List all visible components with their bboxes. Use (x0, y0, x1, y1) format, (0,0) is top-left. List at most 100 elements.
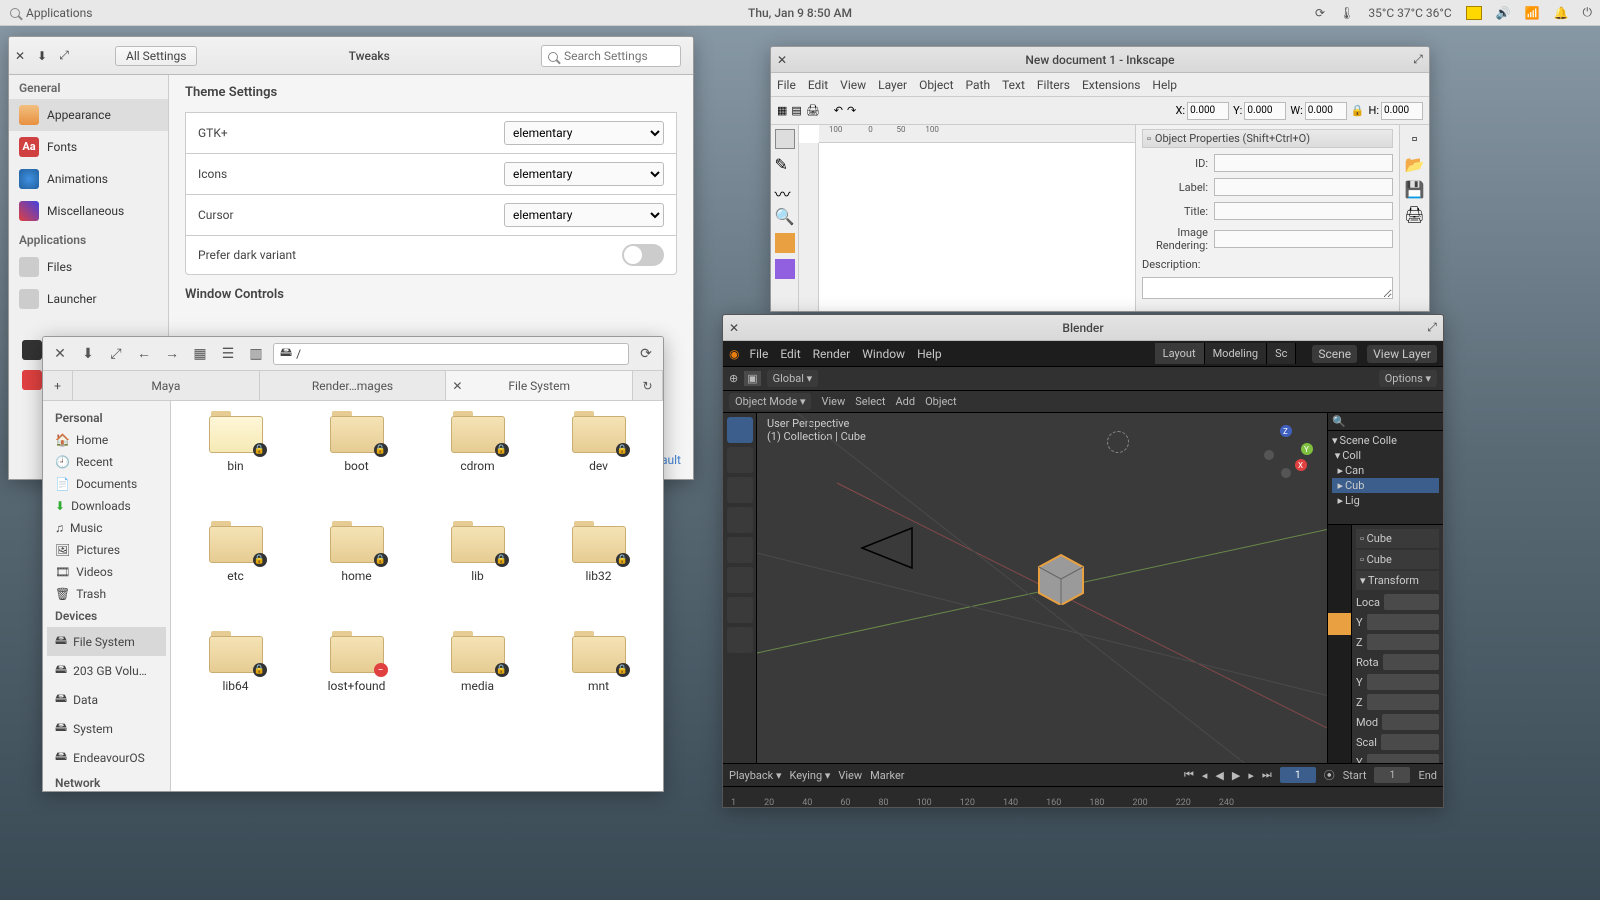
3d-viewport[interactable]: User Perspective (1) Collection | Cube Z… (757, 413, 1327, 763)
jump-end-icon[interactable]: ⏭ (1262, 768, 1272, 782)
inkscape-canvas[interactable] (819, 143, 1135, 311)
ptab-render[interactable] (1328, 525, 1351, 547)
notes-icon[interactable] (1466, 6, 1482, 20)
outliner[interactable]: ▾ Scene Colle ▾ Coll ▸ Can ▸ Cub ▸ Lig (1328, 431, 1443, 525)
print-icon[interactable]: 🖨 (1404, 205, 1424, 224)
playback-menu[interactable]: Playback ▾ (729, 769, 781, 782)
light-object[interactable] (1107, 431, 1129, 453)
select-box-icon[interactable]: ▣ (744, 371, 760, 386)
network-icon[interactable]: 📶 (1525, 6, 1540, 20)
keying-menu[interactable]: Keying ▾ (789, 769, 830, 782)
close-icon[interactable]: ✕ (723, 321, 745, 335)
folder-item[interactable]: 🔒etc (175, 521, 296, 631)
sidebar-music[interactable]: ♫Music (47, 517, 166, 539)
ptab-world[interactable] (1328, 591, 1351, 613)
mode-select[interactable]: Object Mode ▾ (729, 393, 811, 410)
folder-item[interactable]: 🔒boot (296, 411, 417, 521)
default-button[interactable]: ault (661, 453, 681, 467)
id-field[interactable] (1214, 154, 1393, 172)
rot-y[interactable] (1367, 674, 1439, 690)
folder-item[interactable]: 🔒lib (417, 521, 538, 631)
sidebar-item-fonts[interactable]: AaFonts (9, 131, 168, 163)
sidebar-endeavouros[interactable]: 🖴EndeavourOS (47, 743, 166, 772)
thermometer-icon[interactable]: 🌡 (1339, 6, 1354, 20)
cursor-tool[interactable] (727, 447, 753, 473)
sidebar-data[interactable]: 🖴Data (47, 685, 166, 714)
new-tab-button[interactable]: + (43, 371, 73, 400)
folder-item[interactable]: 🔒mnt (538, 631, 659, 741)
play-reverse-icon[interactable]: ◀ (1215, 769, 1223, 782)
sidebar-system[interactable]: 🖴System (47, 714, 166, 743)
menu-text[interactable]: Text (1002, 78, 1025, 92)
folder-item[interactable]: 🔒media (417, 631, 538, 741)
folder-item[interactable]: 🔒lib32 (538, 521, 659, 631)
ptab-material[interactable] (1328, 679, 1351, 701)
menu-file[interactable]: File (749, 347, 768, 361)
sidebar-filesystem[interactable]: 🖴File System (47, 627, 166, 656)
section-transform[interactable]: ▾ Transform (1356, 571, 1439, 590)
menu-view[interactable]: View (821, 395, 845, 408)
sidebar-videos[interactable]: 🎞Videos (47, 561, 166, 583)
back-button[interactable]: All Settings (115, 46, 197, 66)
move-tool[interactable] (727, 477, 753, 503)
orientation-select[interactable]: Global ▾ (767, 370, 819, 387)
new-icon[interactable]: ▫ (1412, 129, 1418, 149)
tab-maya[interactable]: Maya (73, 371, 260, 400)
folder-item[interactable]: 🔒home (296, 521, 417, 631)
media-icon[interactable] (22, 370, 42, 390)
datetime[interactable]: Thu, Jan 9 8:50 AM (748, 6, 852, 20)
outliner-camera[interactable]: ▸ Can (1332, 463, 1439, 478)
rot-x[interactable] (1383, 654, 1439, 670)
back-icon[interactable]: ← (133, 343, 155, 365)
list-view-icon[interactable]: ☰ (217, 343, 239, 365)
timeline-ruler[interactable]: 120406080100120140160180200220240 (723, 786, 1443, 808)
dark-variant-toggle[interactable] (622, 244, 664, 266)
cursor-select[interactable]: elementary (504, 203, 664, 227)
h-field[interactable] (1381, 102, 1423, 120)
ptab-modifier[interactable] (1328, 635, 1351, 657)
rotate-tool[interactable] (727, 507, 753, 533)
sidebar-trash[interactable]: 🗑Trash (47, 583, 166, 605)
maximize-icon[interactable]: ⤢ (105, 343, 127, 365)
zoom-tool[interactable]: 🔍 (775, 207, 795, 227)
label-field[interactable] (1214, 178, 1393, 196)
cube-object[interactable] (1029, 549, 1093, 605)
folder-item[interactable]: −lost+found (296, 631, 417, 741)
timeline-marker[interactable]: Marker (870, 769, 904, 782)
x-field[interactable] (1187, 102, 1229, 120)
save-icon[interactable]: 💾 (1405, 180, 1425, 199)
lock-icon[interactable]: 🔒 (1351, 104, 1365, 117)
imgrender-field[interactable] (1214, 230, 1393, 248)
terminal-icon[interactable] (22, 340, 42, 360)
files-grid[interactable]: 🔒bin🔒boot🔒cdrom🔒dev🔒etc🔒home🔒lib🔒lib32🔒l… (171, 401, 663, 791)
sidebar-item-launcher[interactable]: Launcher (9, 283, 168, 315)
close-icon[interactable]: ✕ (49, 343, 71, 365)
tweaks-titlebar[interactable]: ✕ ⬇ ⤢ All Settings Tweaks (9, 37, 693, 75)
autokey-icon[interactable]: ⦿ (1324, 767, 1335, 783)
outliner-scene[interactable]: ▾ Scene Colle (1332, 433, 1439, 448)
menu-object[interactable]: Object (919, 78, 953, 92)
menu-window[interactable]: Window (862, 347, 905, 361)
annotate-tool[interactable] (727, 597, 753, 623)
redo-icon[interactable]: ↷ (847, 104, 856, 117)
menu-filters[interactable]: Filters (1037, 78, 1070, 92)
sync-icon[interactable]: ⟳ (1315, 6, 1325, 20)
minimize-icon[interactable]: ⬇ (77, 343, 99, 365)
refresh-icon[interactable]: ⟳ (635, 343, 657, 365)
play-icon[interactable]: ▶ (1232, 769, 1240, 782)
transform-tool[interactable] (727, 567, 753, 593)
power-icon[interactable]: ⏻ (1583, 5, 1593, 20)
w-field[interactable] (1305, 102, 1347, 120)
timeline-view[interactable]: View (838, 769, 862, 782)
ptab-object[interactable] (1328, 613, 1351, 635)
close-icon[interactable]: ✕ (452, 379, 462, 393)
sidebar-item-miscellaneous[interactable]: Miscellaneous (9, 195, 168, 227)
maximize-icon[interactable]: ⤢ (1421, 320, 1443, 335)
inkscape-titlebar[interactable]: ✕ New document 1 - Inkscape ⤢ (771, 47, 1429, 73)
menu-edit[interactable]: Edit (808, 78, 828, 92)
blender-icon[interactable]: ◉ (729, 347, 739, 361)
sidebar-item-appearance[interactable]: Appearance (9, 99, 168, 131)
search-input[interactable] (541, 45, 681, 67)
jump-start-icon[interactable]: ⏮ (1184, 768, 1194, 782)
measure-tool[interactable] (727, 627, 753, 653)
